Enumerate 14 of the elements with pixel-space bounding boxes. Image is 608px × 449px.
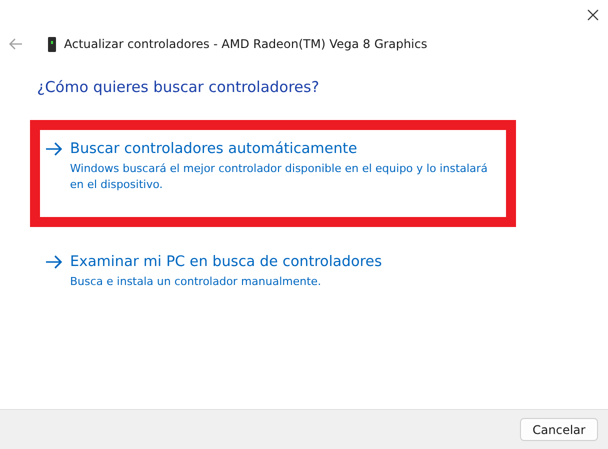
heading: ¿Cómo quieres buscar controladores? [37, 78, 320, 96]
back-arrow-icon [9, 38, 23, 50]
highlighted-option[interactable]: Buscar controladores automáticamente Windows buscará el mejor controlador disponible en el equipo y lo instalará en el dispositivo. [30, 120, 516, 227]
close-icon [587, 9, 599, 21]
option-title: Examinar mi PC en busca de controladores [70, 253, 382, 271]
option-description: Busca e instala un controlador manualmente. [70, 274, 322, 290]
arrow-icon [44, 253, 64, 271]
option-description: Windows buscará el mejor controlador disponible en el equipo y lo instalará en el dispositivo. [70, 161, 489, 193]
option-link[interactable]: Examinar mi PC en busca de controladores Busca e instala un controlador manualmente. [30, 233, 516, 324]
arrow-icon [44, 140, 64, 158]
window-title: Actualizar controladores - AMD Radeon(TM) Vega 8 Graphics [64, 37, 428, 51]
option-title: Buscar controladores automáticamente [70, 140, 358, 158]
cancel-button[interactable]: Cancelar [520, 418, 598, 441]
device-icon [48, 36, 56, 52]
